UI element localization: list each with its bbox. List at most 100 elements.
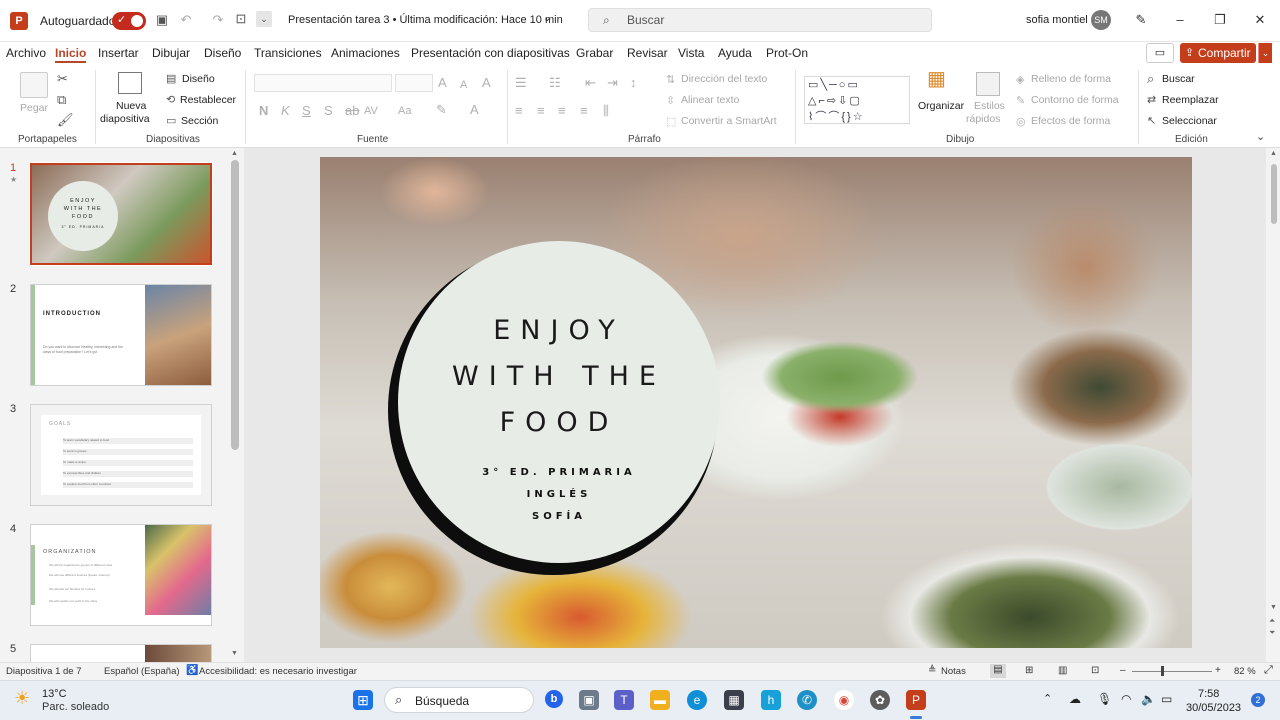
bullets-icon[interactable]: ☰ [515, 76, 527, 90]
paste-icon[interactable] [20, 72, 48, 98]
tab-grabar[interactable]: Grabar [576, 46, 613, 60]
user-name[interactable]: sofia montiel [1026, 14, 1088, 26]
reading-view-icon[interactable]: ▥ [1058, 665, 1067, 676]
new-slide-icon[interactable] [118, 72, 142, 94]
slide-subtitle-line-2[interactable]: INGLÉS [398, 489, 720, 500]
replace-button[interactable]: Reemplazar [1162, 94, 1219, 106]
powerpoint-taskbar-icon[interactable]: P [906, 690, 926, 710]
tab-animaciones[interactable]: Animaciones [331, 46, 400, 60]
align-right-icon[interactable]: ≡ [558, 104, 566, 118]
shape-fill-button[interactable]: Relleno de forma [1031, 73, 1111, 85]
numbering-icon[interactable]: ☷ [549, 76, 561, 90]
collapse-ribbon-icon[interactable]: ⌄ [1256, 130, 1265, 143]
thumbnail-scrollbar[interactable] [231, 160, 239, 450]
text-direction-button[interactable]: Dirección del texto [681, 73, 767, 85]
search-box[interactable]: ⌕ Buscar [588, 8, 932, 32]
document-title[interactable]: Presentación tarea 3 • Última modificaci… [288, 14, 563, 26]
grow-font-icon[interactable]: A [438, 76, 447, 90]
comments-button[interactable]: ▭ [1146, 43, 1174, 63]
save-icon[interactable]: ▣ [154, 12, 170, 28]
next-slide-icon[interactable]: ⏷ [1269, 628, 1275, 638]
tab-inicio[interactable]: Inicio [55, 46, 87, 63]
slideshow-icon[interactable]: ⊡ [1091, 665, 1099, 676]
arrange-button[interactable]: Organizar [918, 100, 964, 112]
shapes-gallery[interactable]: ▭╲─○▭ △⌐⇨⇩▢ ⌇⌒⌒{}☆ [804, 76, 910, 124]
taskbar-search[interactable]: ⌕ Búsqueda b [384, 687, 563, 713]
previous-slide-icon[interactable]: ⏶ [1269, 616, 1275, 626]
tab-dibujar[interactable]: Dibujar [152, 46, 190, 60]
shape-effects-button[interactable]: Efectos de forma [1031, 115, 1110, 127]
thumbnail-slide-5[interactable] [30, 644, 212, 662]
pen-icon[interactable]: ✎ [1131, 10, 1151, 30]
tab-transiciones[interactable]: Transiciones [254, 46, 322, 60]
wifi-icon[interactable]: ◠ [1121, 692, 1131, 706]
spacing-icon[interactable]: AV [364, 104, 378, 118]
decrease-indent-icon[interactable]: ⇤ [585, 76, 596, 90]
share-button[interactable]: ⇪ Compartir [1180, 43, 1256, 63]
temperature[interactable]: 13°C [42, 688, 67, 700]
language[interactable]: Español (España) [104, 666, 180, 677]
present-icon[interactable]: ⊡ [233, 11, 249, 27]
reset-button[interactable]: Restablecer [180, 94, 236, 106]
justify-icon[interactable]: ≡ [580, 104, 588, 118]
thumbnail-slide-4[interactable]: ORGANIZATION We will be organized in gro… [30, 524, 212, 626]
windows-start-icon[interactable]: ⊞ [353, 690, 373, 710]
share-dropdown-icon[interactable]: ⌄ [1258, 43, 1272, 63]
notification-badge[interactable]: 2 [1251, 693, 1265, 707]
chrome-icon[interactable]: ◉ [834, 690, 854, 710]
font-size-field[interactable] [395, 74, 433, 92]
task-view-icon[interactable]: ▣ [579, 690, 599, 710]
zoom-level[interactable]: 82 % [1234, 666, 1256, 677]
format-painter-icon[interactable]: 🖌 [57, 113, 74, 127]
zoom-slider-thumb[interactable] [1161, 666, 1164, 676]
slide-subtitle-line-1[interactable]: 3° ED. PRIMARIA [398, 467, 720, 478]
tab-prot-on[interactable]: Prot-On [766, 46, 808, 60]
clear-format-icon[interactable]: A [482, 76, 491, 90]
autosave-toggle[interactable]: ✓ [112, 12, 146, 30]
clock-time[interactable]: 7:58 [1198, 688, 1219, 700]
shrink-font-icon[interactable]: A [460, 78, 467, 92]
increase-indent-icon[interactable]: ⇥ [607, 76, 618, 90]
scroll-down-icon[interactable]: ▼ [1270, 604, 1277, 611]
cut-icon[interactable]: ✂ [57, 72, 68, 86]
normal-view-icon[interactable]: ▤ [990, 664, 1006, 678]
app-icon-3[interactable]: ✿ [870, 690, 890, 710]
slide-title-line-1[interactable]: ENJOY [398, 315, 720, 346]
zoom-slider[interactable] [1132, 671, 1212, 672]
smartart-button[interactable]: Convertir a SmartArt [681, 115, 777, 127]
zoom-in-icon[interactable]: + [1215, 665, 1221, 676]
new-slide-label-1[interactable]: Nueva [116, 100, 146, 112]
chevron-down-icon[interactable]: ⌄ [543, 13, 551, 24]
align-center-icon[interactable]: ≡ [537, 104, 545, 118]
restore-icon[interactable]: ❐ [1210, 10, 1230, 30]
close-icon[interactable]: ✕ [1250, 10, 1270, 30]
new-slide-label-2[interactable]: diapositiva [100, 113, 150, 125]
slide-title-line-3[interactable]: FOOD [398, 407, 720, 438]
shape-outline-button[interactable]: Contorno de forma [1031, 94, 1119, 106]
layout-button[interactable]: Diseño [182, 73, 215, 85]
columns-icon[interactable]: ⫼ [603, 104, 609, 118]
quick-styles-label-2[interactable]: rápidos [966, 113, 1000, 125]
scroll-up-icon[interactable]: ▲ [231, 150, 238, 157]
volume-icon[interactable]: 🔈 [1141, 692, 1156, 706]
copy-icon[interactable]: ⧉ [57, 93, 66, 107]
tab-archivo[interactable]: Archivo [6, 46, 46, 60]
fit-slide-icon[interactable]: ⤢ [1264, 664, 1273, 677]
slide-sorter-icon[interactable]: ⊞ [1025, 665, 1033, 676]
select-button[interactable]: Seleccionar [1162, 115, 1217, 127]
thumbnail-slide-3[interactable]: GOALS To learn vocabulary related to foo… [30, 404, 212, 506]
tab-insertar[interactable]: Insertar [98, 46, 139, 60]
notes-button[interactable]: Notas [941, 666, 966, 677]
app-icon-2[interactable]: ✆ [797, 690, 817, 710]
highlight-icon[interactable]: ✎ [436, 103, 447, 117]
slide-canvas[interactable]: ENJOY WITH THE FOOD 3° ED. PRIMARIA INGL… [320, 157, 1192, 648]
title-circle[interactable]: ENJOY WITH THE FOOD 3° ED. PRIMARIA INGL… [398, 241, 720, 563]
app-icon[interactable]: h [761, 690, 781, 710]
cloud-icon[interactable]: ☁ [1069, 692, 1081, 706]
strikethrough-icon[interactable]: ab [345, 104, 359, 118]
accessibility-status[interactable]: Accesibilidad: es necesario investigar [199, 666, 357, 677]
align-left-icon[interactable]: ≡ [515, 104, 523, 118]
font-name-field[interactable] [254, 74, 392, 92]
scroll-down-icon[interactable]: ▼ [231, 650, 238, 657]
change-case-icon[interactable]: Aa [398, 104, 411, 118]
